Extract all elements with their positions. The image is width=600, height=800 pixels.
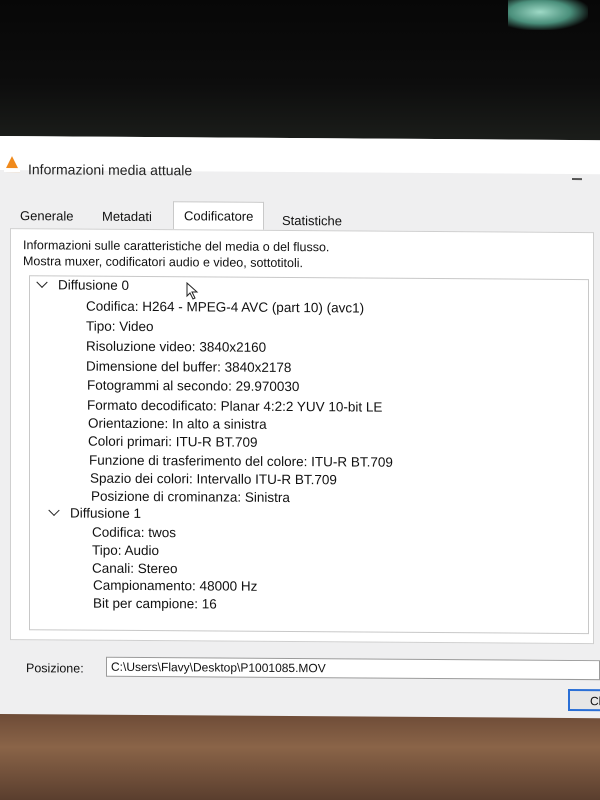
tab-generale[interactable]: Generale	[10, 202, 83, 227]
stream-item: Tipo: Audio	[92, 542, 160, 559]
tab-bar: Generale Metadati Codificatore Statistic…	[10, 201, 590, 232]
vlc-cone-icon	[4, 156, 20, 173]
stream-item: Campionamento: 48000 Hz	[93, 577, 258, 594]
media-info-dialog: Informazioni media attuale Generale Meta…	[0, 136, 600, 719]
position-label: Posizione:	[26, 661, 84, 676]
window-title: Informazioni media attuale	[28, 161, 193, 179]
stream-item: Bit per campione: 16	[93, 595, 217, 612]
background-object	[508, 0, 588, 30]
stream-item: Codifica: H264 - MPEG-4 AVC (part 10) (a…	[86, 298, 365, 316]
stream-tree[interactable]: Diffusione 0 Codifica: H264 - MPEG-4 AVC…	[29, 275, 589, 635]
mouse-cursor-icon	[186, 282, 199, 300]
stream-item: Fotogrammi al secondo: 29.970030	[87, 377, 300, 395]
tab-codificatore[interactable]: Codificatore	[173, 201, 265, 230]
stream-item: Funzione di trasferimento del colore: IT…	[89, 452, 393, 470]
background-bottom	[0, 712, 600, 800]
stream-name: Diffusione 0	[58, 277, 130, 293]
stream-item: Colori primari: ITU-R BT.709	[88, 433, 258, 450]
codec-panel: Informazioni sulle caratteristiche del m…	[10, 228, 594, 645]
stream-item: Codifica: twos	[92, 524, 177, 541]
position-field[interactable]: C:\Users\Flavy\Desktop\P1001085.MOV	[106, 656, 600, 681]
stream-item: Spazio dei colori: Intervallo ITU-R BT.7…	[90, 470, 337, 488]
description-line-2: Mostra muxer, codificatori audio e video…	[23, 254, 303, 271]
stream-name: Diffusione 1	[70, 505, 142, 521]
chevron-down-icon[interactable]	[36, 276, 48, 288]
title-bar: Informazioni media attuale	[0, 136, 600, 178]
tab-metadati[interactable]: Metadati	[92, 203, 162, 227]
stream-item: Canali: Stereo	[92, 560, 178, 577]
stream-item: Formato decodificato: Planar 4:2:2 YUV 1…	[87, 397, 383, 415]
panel-description: Informazioni sulle caratteristiche del m…	[23, 237, 329, 271]
chevron-down-icon[interactable]	[48, 504, 60, 517]
stream-item: Dimensione del buffer: 3840x2178	[86, 358, 292, 376]
stream-node-1[interactable]: Diffusione 1	[48, 504, 142, 521]
stream-item: Tipo: Video	[86, 318, 154, 335]
tab-statistiche[interactable]: Statistiche	[272, 207, 352, 232]
stream-node-0[interactable]: Diffusione 0	[36, 276, 130, 293]
close-button[interactable]: Cl	[568, 688, 600, 712]
stream-item: Posizione di crominanza: Sinistra	[91, 488, 290, 506]
minimize-icon[interactable]	[572, 177, 582, 181]
stream-item: Risoluzione video: 3840x2160	[86, 338, 267, 355]
stream-item: Orientazione: In alto a sinistra	[88, 415, 267, 432]
